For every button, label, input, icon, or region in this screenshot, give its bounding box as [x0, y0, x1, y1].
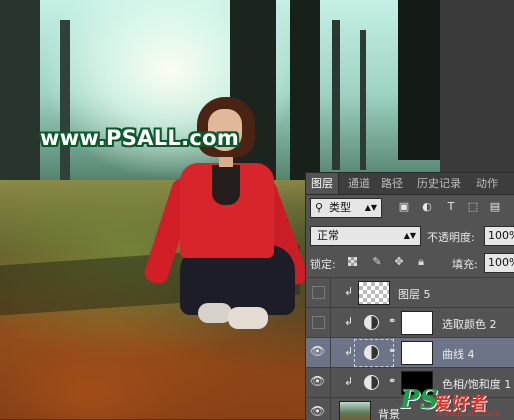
chevron-updown-icon: ▲▼ — [364, 203, 377, 212]
tab-paths[interactable]: 路径 — [376, 173, 408, 194]
fill-label: 填充: — [452, 258, 478, 271]
search-icon: ⚲ — [315, 201, 324, 214]
panel-tabs: 图层 通道 路径 历史记录 动作 — [306, 173, 514, 195]
visibility-toggle[interactable]: 👁︎ — [306, 338, 331, 367]
adjustment-filter-icon[interactable]: ◐ — [420, 200, 434, 214]
visibility-toggle[interactable] — [306, 278, 331, 307]
visibility-toggle[interactable]: 👁︎ — [306, 368, 331, 397]
clip-arrow-icon: ↲ — [344, 315, 354, 328]
adjustment-layer-icon — [364, 345, 379, 360]
filter-row: ⚲ 类型 ▲▼ ▣ ◐ T ⬚ ▤ — [306, 195, 514, 221]
smart-object-filter-icon[interactable]: ▤ — [488, 200, 502, 214]
eye-icon: 👁︎ — [310, 344, 326, 358]
clip-arrow-icon: ↲ — [344, 375, 354, 388]
layer-name[interactable]: 背景 — [378, 406, 400, 420]
lock-row: 锁定: ✎ ✥ 🔒︎ 填充: 100% — [306, 251, 514, 275]
layer-row[interactable]: ↲ 图层 5 — [306, 277, 514, 307]
tab-channels[interactable]: 通道 — [343, 173, 375, 194]
eye-icon: 👁︎ — [310, 374, 326, 388]
shoe — [198, 303, 232, 323]
ps-logo-watermark: PS 爱好者 www.psahz.com — [400, 385, 514, 419]
visibility-toggle[interactable]: 👁︎ — [306, 398, 331, 420]
logo-ps: PS — [400, 385, 439, 415]
adjustment-layer-icon — [364, 315, 379, 330]
layer-row[interactable]: ↲ ⚭ 选取颜色 2 — [306, 307, 514, 337]
tree-trunk — [360, 30, 366, 170]
lock-all-icon[interactable]: 🔒︎ — [414, 255, 428, 269]
layer-name[interactable]: 图层 5 — [398, 286, 431, 302]
tab-layers[interactable]: 图层 — [306, 173, 339, 194]
clip-arrow-icon: ↲ — [344, 285, 354, 298]
layer-mask-thumbnail[interactable] — [401, 341, 433, 365]
lock-pixels-icon[interactable]: ✎ — [370, 255, 384, 269]
layer-name[interactable]: 选取颜色 2 — [442, 316, 497, 332]
shoe — [228, 307, 268, 329]
type-filter-icon[interactable]: T — [444, 200, 458, 214]
lock-transparency-icon[interactable] — [346, 255, 360, 269]
eye-icon: 👁︎ — [310, 404, 326, 418]
site-watermark: www.PSALL.com — [40, 126, 240, 150]
blend-mode-select[interactable]: 正常 ▲▼ — [310, 226, 421, 246]
tree-trunk — [60, 20, 70, 190]
shape-filter-icon[interactable]: ⬚ — [466, 200, 480, 214]
tab-actions[interactable]: 动作 — [471, 173, 503, 194]
tree-trunk — [332, 20, 340, 170]
layer-row-selected[interactable]: 👁︎ ↲ ⚭ 曲线 4 — [306, 337, 514, 367]
image-filter-icon[interactable]: ▣ — [397, 200, 411, 214]
layer-mask-thumbnail[interactable] — [401, 311, 433, 335]
link-icon: ⚭ — [388, 316, 397, 327]
logo-url: www.psahz.com — [436, 409, 501, 418]
filter-kind-select[interactable]: ⚲ 类型 ▲▼ — [310, 198, 382, 218]
chevron-updown-icon: ▲▼ — [403, 231, 416, 240]
link-icon: ⚭ — [388, 376, 397, 387]
filter-kind-label: 类型 — [329, 201, 351, 214]
lock-label: 锁定: — [310, 258, 336, 271]
adjustment-layer-icon — [364, 375, 379, 390]
opacity-label: 不透明度: — [427, 231, 475, 244]
layer-thumbnail — [358, 281, 390, 305]
black-top — [212, 165, 240, 205]
blend-mode-value: 正常 — [317, 229, 339, 242]
tree-trunk — [0, 0, 40, 200]
layer-name[interactable]: 曲线 4 — [442, 346, 475, 362]
fill-input[interactable]: 100% — [484, 253, 514, 273]
clip-arrow-icon: ↲ — [344, 345, 354, 358]
opacity-input[interactable]: 100% — [484, 226, 514, 246]
tab-history[interactable]: 历史记录 — [412, 173, 466, 194]
link-icon: ⚭ — [388, 346, 397, 357]
tree-trunk — [398, 0, 440, 160]
layers-panel: 图层 通道 路径 历史记录 动作 ⚲ 类型 ▲▼ ▣ ◐ T ⬚ ▤ 正常 ▲▼… — [305, 172, 514, 420]
blend-row: 正常 ▲▼ 不透明度: 100% — [306, 223, 514, 249]
layer-thumbnail — [339, 401, 371, 420]
visibility-toggle[interactable] — [306, 308, 331, 337]
lock-position-icon[interactable]: ✥ — [392, 255, 406, 269]
